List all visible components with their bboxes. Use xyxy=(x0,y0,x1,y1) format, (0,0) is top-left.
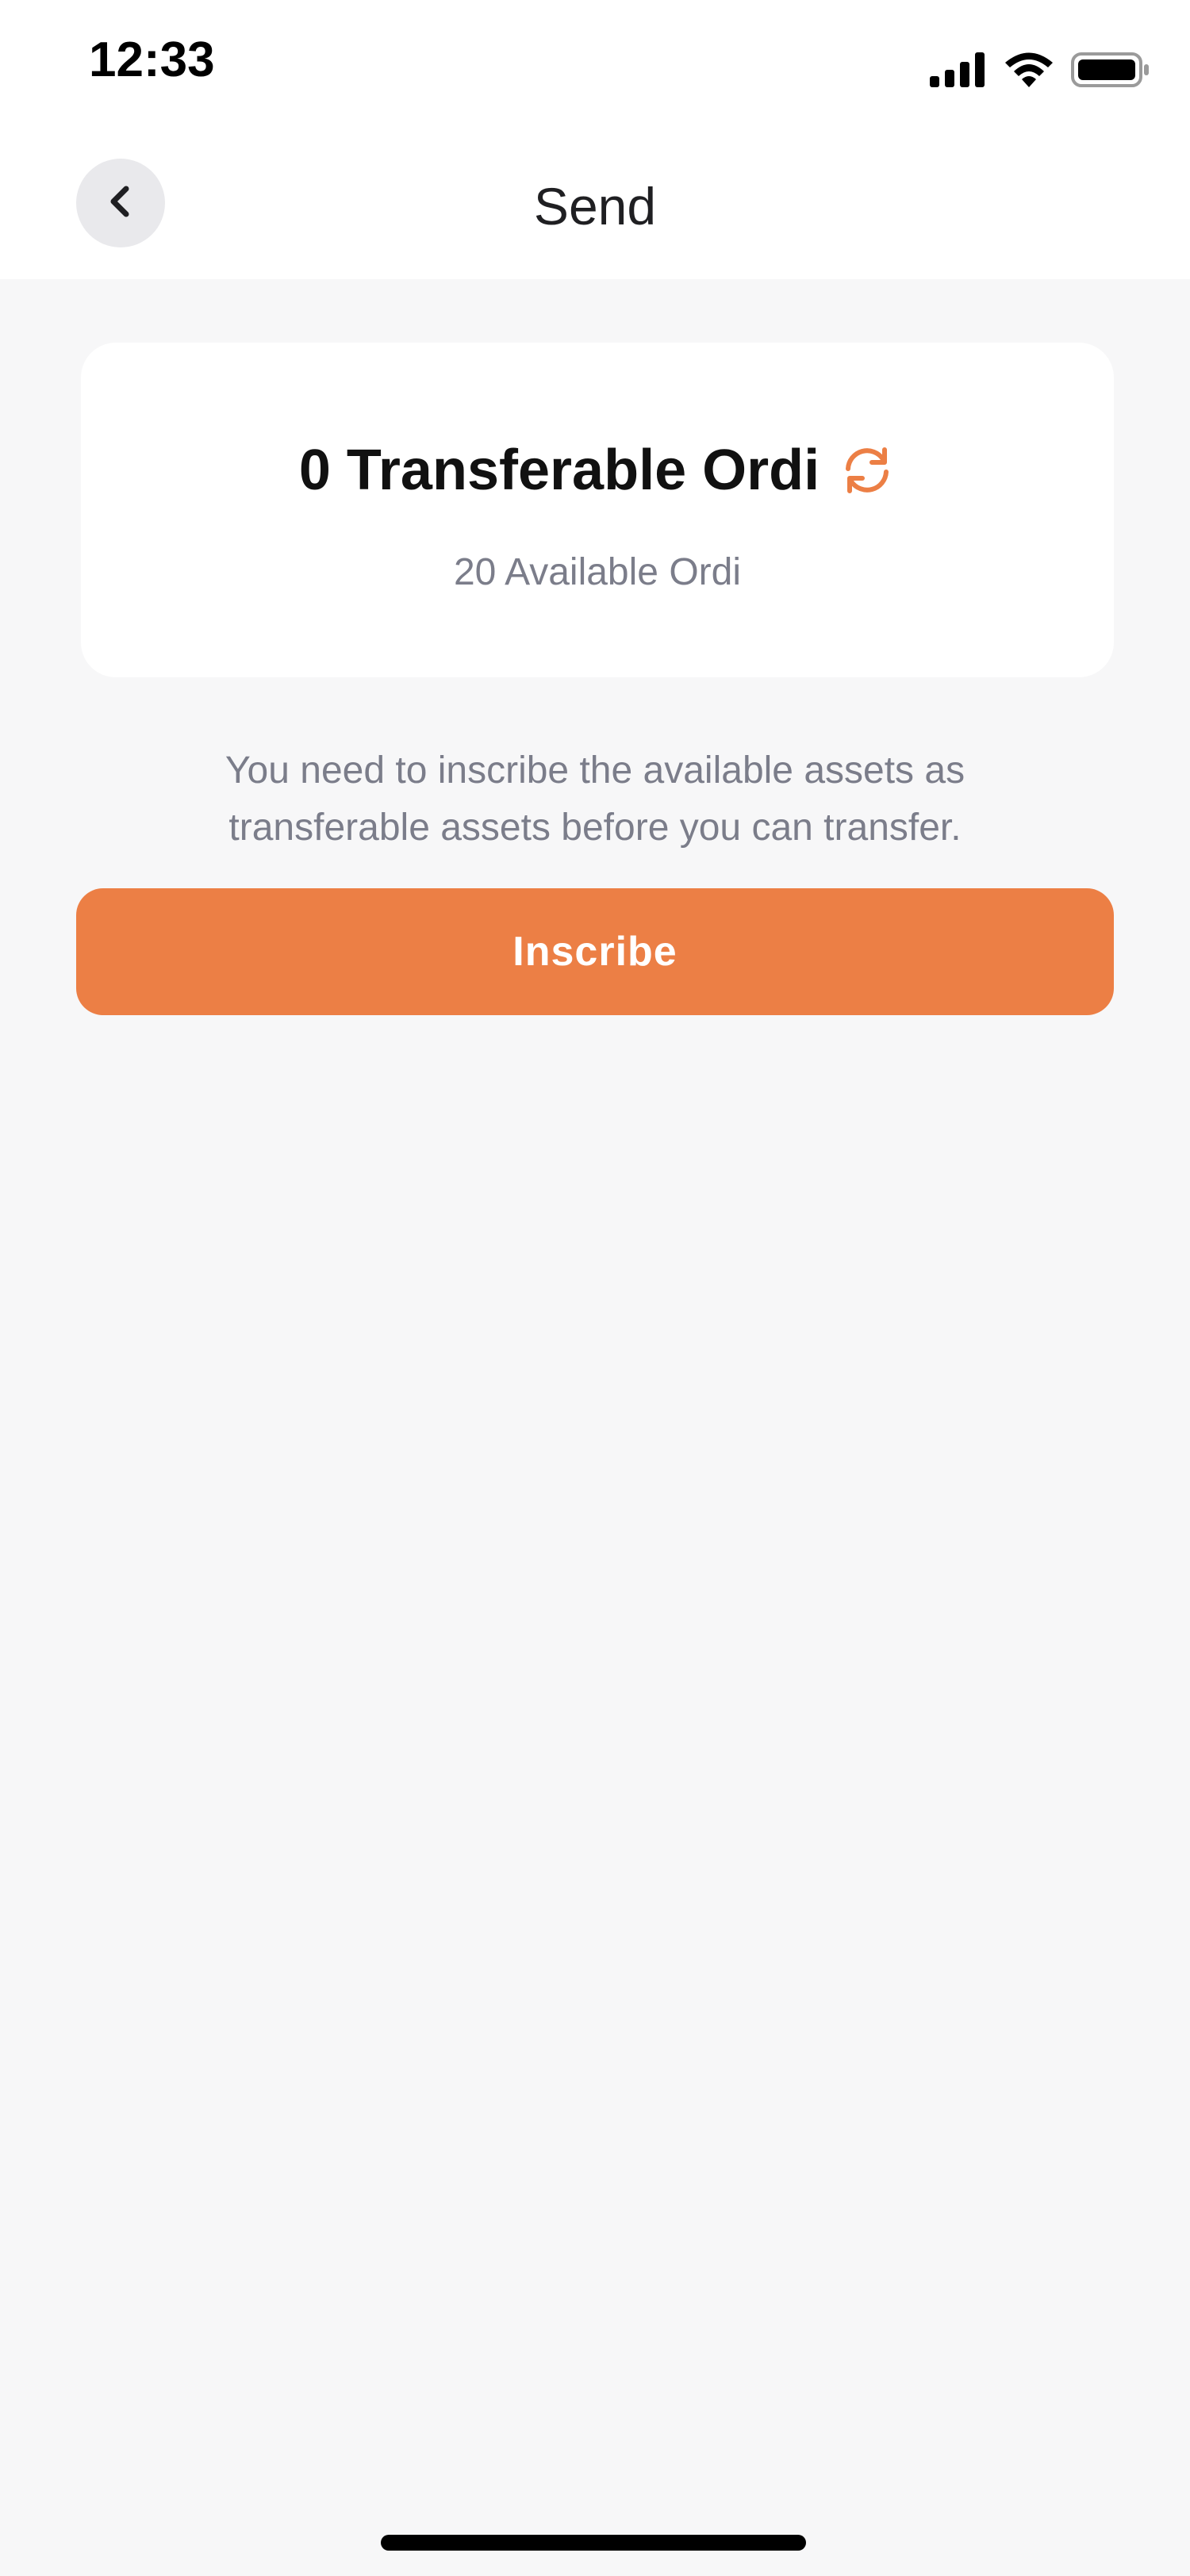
balance-card: 0 Transferable Ordi 20 Available Ordi xyxy=(81,343,1114,677)
signal-icon xyxy=(930,52,987,91)
wifi-icon xyxy=(1003,51,1055,93)
hint-line-2: transferable assets before you can trans… xyxy=(228,807,962,849)
transferable-row: 0 Transferable Ordi xyxy=(81,438,1114,503)
status-bar: 12:33 xyxy=(0,0,1190,135)
status-icons xyxy=(930,48,1150,95)
refresh-icon[interactable] xyxy=(839,442,896,499)
inscribe-hint: You need to inscribe the available asset… xyxy=(119,742,1071,857)
page-title: Send xyxy=(533,177,657,236)
status-time: 12:33 xyxy=(89,33,215,87)
battery-icon xyxy=(1071,51,1150,93)
inscribe-button[interactable]: Inscribe xyxy=(76,888,1114,1015)
hint-line-1: You need to inscribe the available asset… xyxy=(225,749,965,792)
available-balance: 20 Available Ordi xyxy=(453,551,741,593)
transferable-balance: 0 Transferable Ordi xyxy=(298,439,820,502)
home-indicator xyxy=(381,2535,806,2551)
inscribe-button-label: Inscribe xyxy=(512,929,678,975)
